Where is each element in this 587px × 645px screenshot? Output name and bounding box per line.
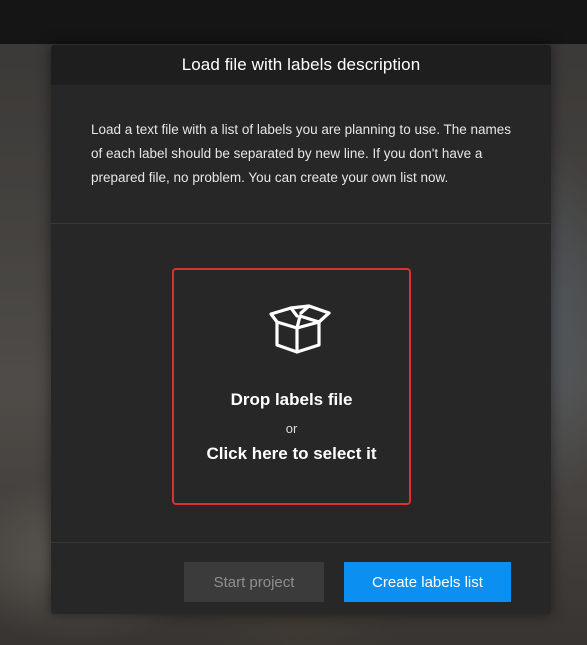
drop-or-separator: or bbox=[285, 421, 298, 436]
modal-header: Load file with labels description bbox=[51, 45, 551, 85]
modal-footer: Start project Create labels list bbox=[51, 543, 551, 613]
modal-description: Load a text file with a list of labels y… bbox=[51, 85, 551, 224]
modal-title: Load file with labels description bbox=[181, 55, 421, 74]
create-labels-list-button[interactable]: Create labels list bbox=[344, 562, 511, 602]
file-drop-zone[interactable]: Drop labels file or Click here to select… bbox=[172, 268, 411, 505]
box-open-icon bbox=[269, 304, 331, 354]
start-project-button[interactable]: Start project bbox=[184, 562, 324, 602]
load-labels-modal: Load file with labels description Load a… bbox=[51, 45, 551, 614]
drop-title: Drop labels file bbox=[230, 390, 353, 409]
select-file-link[interactable]: Click here to select it bbox=[174, 444, 409, 464]
drop-area: Drop labels file or Click here to select… bbox=[51, 224, 551, 543]
